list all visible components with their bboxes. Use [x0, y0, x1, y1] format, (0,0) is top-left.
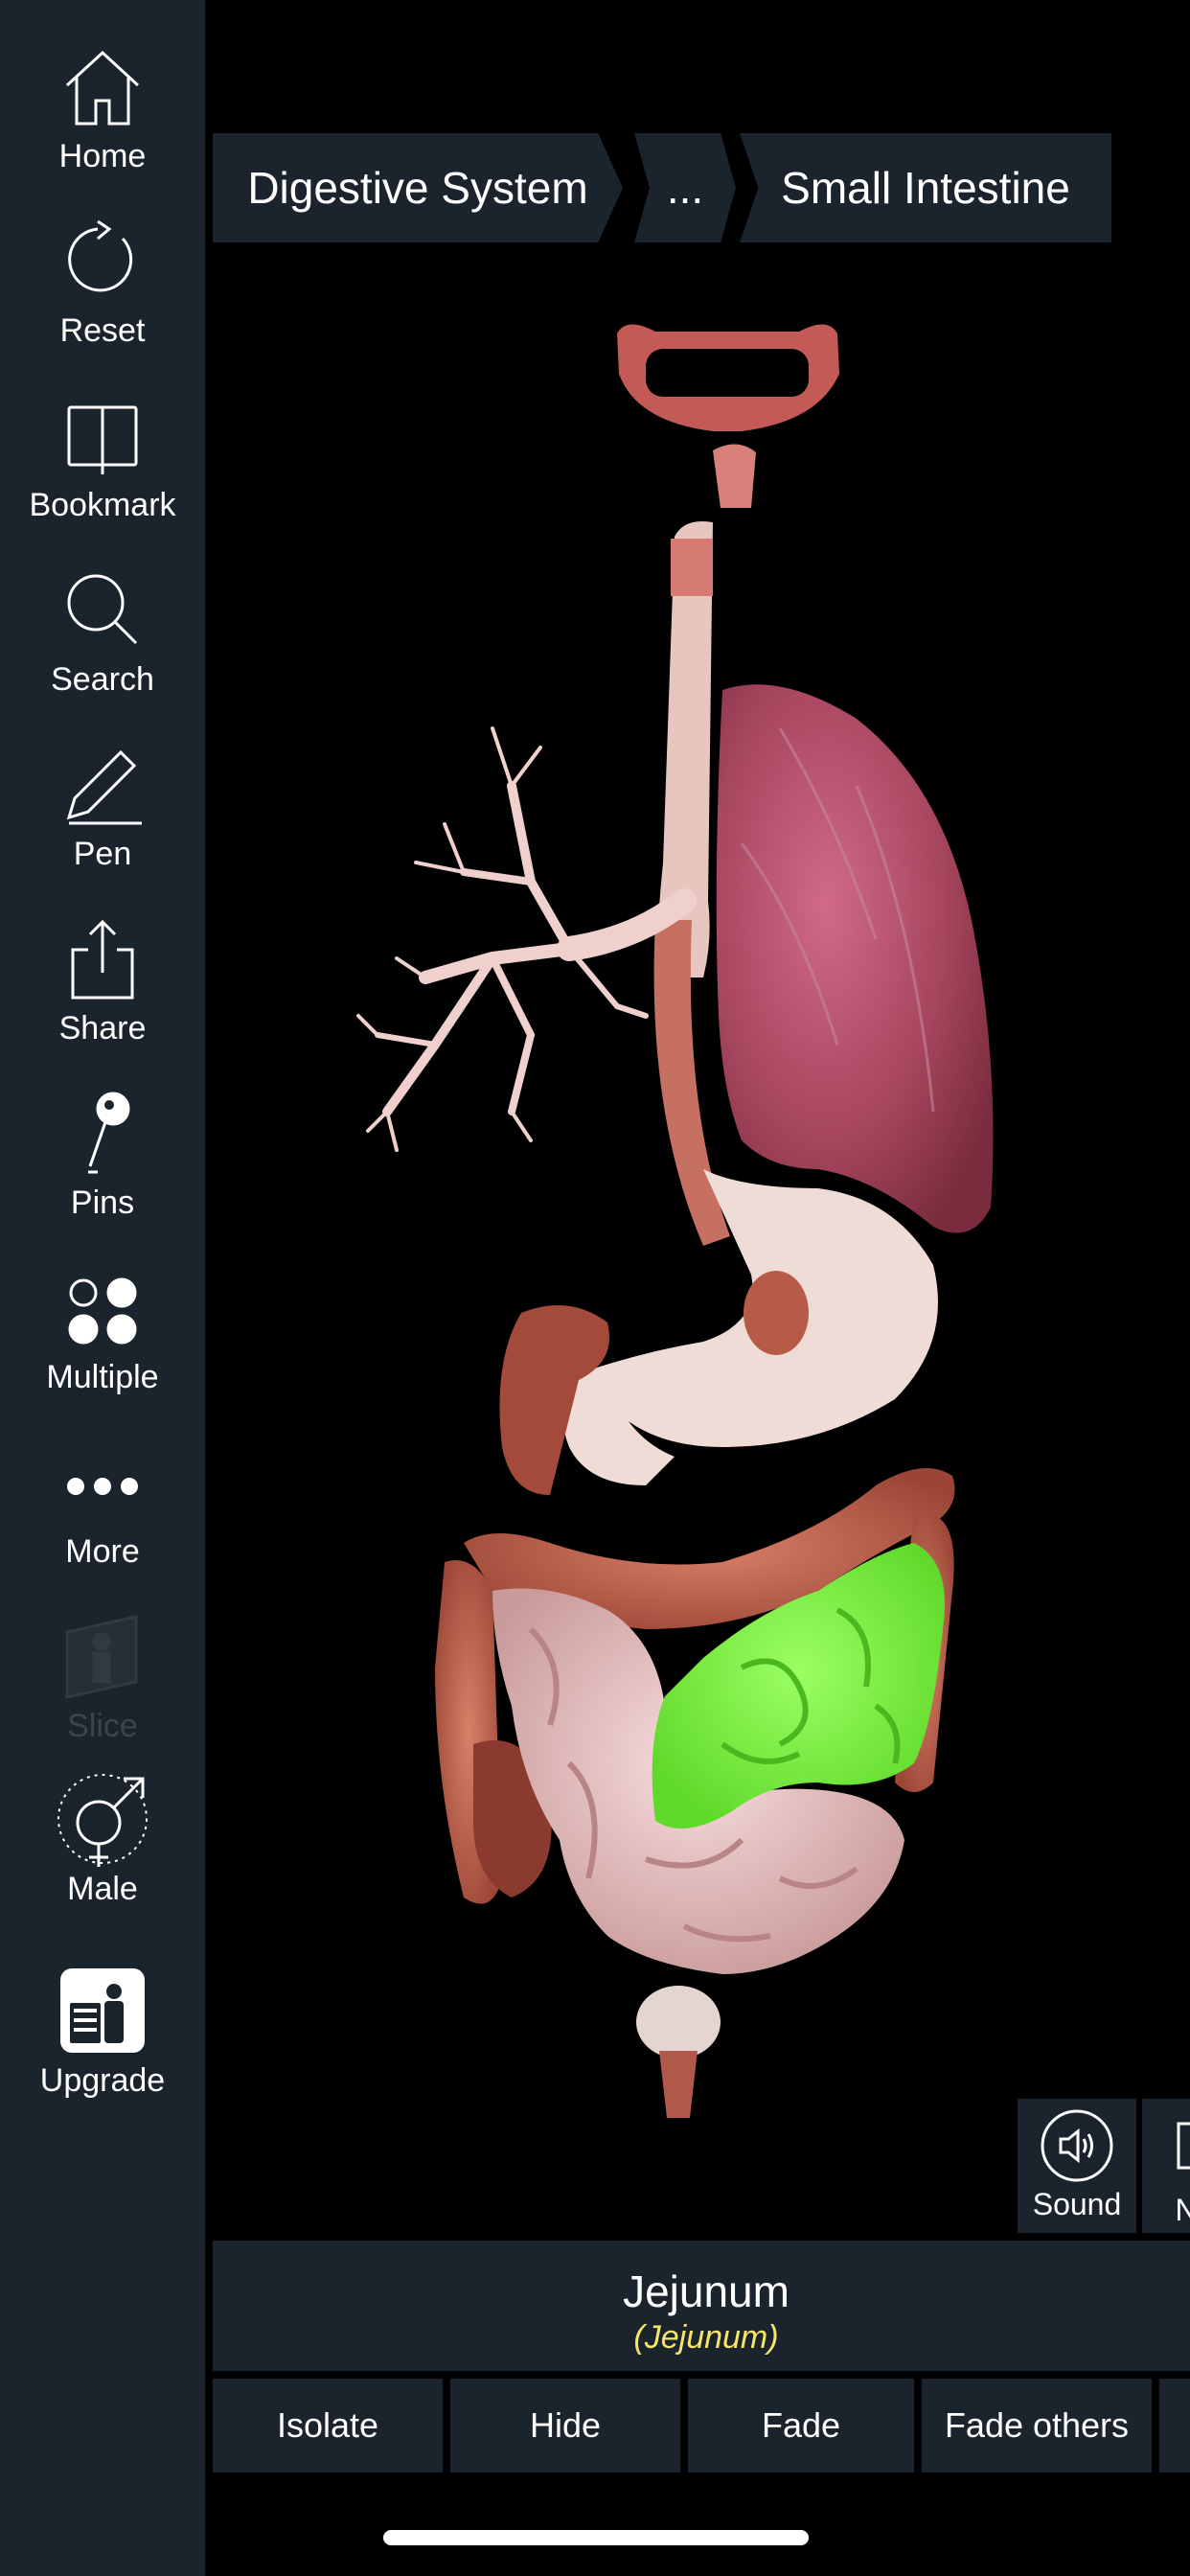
anal-canal[interactable] — [659, 2051, 698, 2118]
upgrade-icon — [55, 1963, 150, 2058]
next-button[interactable]: N — [1142, 2099, 1190, 2233]
sidebar-item-share[interactable]: Share — [0, 910, 205, 1073]
selection-info[interactable]: Jejunum (Jejunum) — [213, 2241, 1190, 2371]
sidebar-label: Male — [67, 1871, 138, 1907]
pin-icon — [55, 1085, 150, 1181]
sidebar-item-multiple[interactable]: Multiple — [0, 1259, 205, 1422]
breadcrumb-small-intestine[interactable]: Small Intestine — [740, 133, 1111, 242]
sidebar-label: Pins — [70, 1184, 135, 1221]
oral-cavity[interactable] — [617, 324, 839, 508]
reset-icon — [55, 213, 150, 309]
sidebar-item-male[interactable]: Male — [0, 1771, 205, 1934]
share-icon — [55, 910, 150, 1006]
sidebar-item-home[interactable]: Home — [0, 38, 205, 201]
sidebar-label: Reset — [59, 312, 146, 349]
multiple-icon — [55, 1259, 150, 1355]
sidebar-item-more[interactable]: More — [0, 1434, 205, 1597]
sidebar-item-pen[interactable]: Pen — [0, 736, 205, 899]
sidebar-label: Home — [58, 138, 147, 174]
notes-icon — [1177, 2122, 1190, 2170]
rectum[interactable] — [636, 1986, 721, 2058]
speaker-icon — [1041, 2109, 1113, 2182]
hide-button[interactable]: Hide — [450, 2379, 680, 2472]
selection-name: Jejunum — [623, 2266, 790, 2316]
search-icon — [55, 562, 150, 657]
sidebar-label: Multiple — [46, 1359, 159, 1395]
sound-label: Sound — [1032, 2187, 1122, 2221]
sidebar-label: Pen — [73, 836, 132, 872]
breadcrumb-digestive-system[interactable]: Digestive System — [213, 133, 623, 242]
home-indicator[interactable] — [383, 2530, 809, 2545]
more-icon — [55, 1434, 150, 1530]
sidebar-label: More — [65, 1533, 140, 1570]
home-icon — [55, 38, 150, 134]
breadcrumb-ellipsis[interactable]: ... — [634, 133, 736, 242]
sidebar-item-reset[interactable]: Reset — [0, 213, 205, 376]
selection-latin-name: (Jejunum) — [633, 2319, 779, 2356]
sidebar-label: Slice — [67, 1708, 138, 1744]
sidebar-item-search[interactable]: Search — [0, 562, 205, 724]
more-actions-button[interactable] — [1159, 2379, 1190, 2472]
bronchial-tree[interactable] — [356, 726, 697, 1152]
slice-icon — [55, 1608, 150, 1704]
sidebar-item-bookmark[interactable]: Bookmark — [0, 387, 205, 550]
fade-button[interactable]: Fade — [688, 2379, 914, 2472]
sidebar-label: Bookmark — [29, 487, 176, 523]
sidebar-label: Upgrade — [39, 2062, 166, 2099]
next-label: N — [1175, 2193, 1190, 2227]
sound-button[interactable]: Sound — [1018, 2099, 1136, 2233]
sidebar-item-pins[interactable]: Pins — [0, 1085, 205, 1248]
male-female-icon — [55, 1771, 150, 1867]
anatomy-3d-model[interactable] — [205, 249, 1190, 2128]
pen-icon — [55, 736, 150, 832]
left-kidney[interactable] — [744, 1271, 809, 1355]
sidebar: Home Reset Bookmark Search Pen Share Pin… — [0, 0, 205, 2576]
sidebar-item-upgrade[interactable]: Upgrade — [0, 1963, 205, 2126]
sidebar-item-slice: Slice — [0, 1608, 205, 1771]
fade-others-button[interactable]: Fade others — [922, 2379, 1152, 2472]
bookmark-icon — [55, 387, 150, 483]
left-lung[interactable] — [716, 684, 994, 1233]
sidebar-label: Share — [58, 1010, 147, 1046]
isolate-button[interactable]: Isolate — [213, 2379, 443, 2472]
sidebar-label: Search — [51, 661, 154, 698]
